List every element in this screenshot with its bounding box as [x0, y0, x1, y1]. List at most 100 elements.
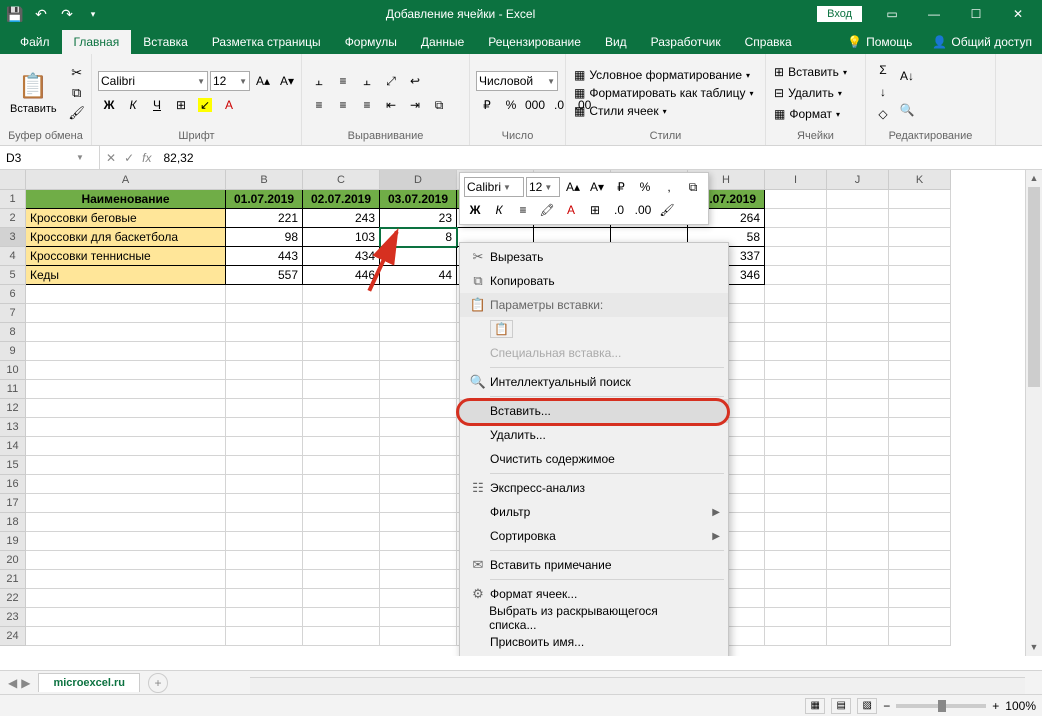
cell-D21[interactable]	[380, 570, 457, 589]
row-header-18[interactable]: 18	[0, 513, 26, 532]
cell-I7[interactable]	[765, 304, 827, 323]
cell-C16[interactable]	[303, 475, 380, 494]
cell-B16[interactable]	[226, 475, 303, 494]
cell-styles-button[interactable]: ▦Стили ячеек▾	[572, 103, 756, 119]
cell-B21[interactable]	[226, 570, 303, 589]
cell-C23[interactable]	[303, 608, 380, 627]
cell-K23[interactable]	[889, 608, 951, 627]
scroll-up-icon[interactable]: ▲	[1026, 170, 1042, 187]
tab-formulas[interactable]: Формулы	[333, 30, 409, 54]
cell-C3[interactable]: 103	[303, 228, 380, 247]
cell-J22[interactable]	[827, 589, 889, 608]
spreadsheet-grid[interactable]: ABCDEFGHIJK 1234567891011121314151617181…	[0, 170, 1042, 656]
cell-I4[interactable]	[765, 247, 827, 266]
row-header-10[interactable]: 10	[0, 361, 26, 380]
tab-review[interactable]: Рецензирование	[476, 30, 593, 54]
cell-C17[interactable]	[303, 494, 380, 513]
cell-K6[interactable]	[889, 285, 951, 304]
cell-J17[interactable]	[827, 494, 889, 513]
wrap-text-icon[interactable]: ↩	[404, 71, 426, 91]
cell-D3[interactable]: 8	[380, 228, 457, 247]
font-name-combo[interactable]: ▼	[98, 71, 208, 91]
cell-K12[interactable]	[889, 399, 951, 418]
cell-C22[interactable]	[303, 589, 380, 608]
cell-D11[interactable]	[380, 380, 457, 399]
cell-J11[interactable]	[827, 380, 889, 399]
cell-A5[interactable]: Кеды	[26, 266, 226, 285]
orientation-icon[interactable]: ⤢	[380, 71, 402, 91]
redo-icon[interactable]: ↷	[56, 3, 78, 25]
row-header-20[interactable]: 20	[0, 551, 26, 570]
ctx-delete[interactable]: Удалить...	[460, 423, 728, 447]
cell-D24[interactable]	[380, 627, 457, 646]
number-format-combo[interactable]: Числовой▼	[476, 71, 558, 91]
row-header-14[interactable]: 14	[0, 437, 26, 456]
cell-I10[interactable]	[765, 361, 827, 380]
col-header-A[interactable]: A	[26, 170, 226, 190]
ctx-dropdown[interactable]: Выбрать из раскрывающегося списка...	[460, 606, 728, 630]
row-header-11[interactable]: 11	[0, 380, 26, 399]
sheet-prev-icon[interactable]: ◀	[8, 676, 17, 690]
row-header-1[interactable]: 1	[0, 190, 26, 209]
row-header-16[interactable]: 16	[0, 475, 26, 494]
cell-B10[interactable]	[226, 361, 303, 380]
delete-cells-button[interactable]: ⊟Удалить▾	[772, 84, 849, 103]
italic-button[interactable]: К	[122, 95, 144, 115]
cell-C12[interactable]	[303, 399, 380, 418]
cell-A14[interactable]	[26, 437, 226, 456]
row-header-4[interactable]: 4	[0, 247, 26, 266]
mini-decrease-font-icon[interactable]: A▾	[586, 177, 608, 197]
mini-comma-icon[interactable]: ,	[658, 177, 680, 197]
cell-I18[interactable]	[765, 513, 827, 532]
cell-D7[interactable]	[380, 304, 457, 323]
cell-J4[interactable]	[827, 247, 889, 266]
cell-D22[interactable]	[380, 589, 457, 608]
ctx-format[interactable]: ⚙Формат ячеек...	[460, 582, 728, 606]
maximize-icon[interactable]: ☐	[956, 0, 996, 28]
cell-B9[interactable]	[226, 342, 303, 361]
name-box[interactable]: ▼	[0, 146, 100, 169]
col-header-B[interactable]: B	[226, 170, 303, 190]
row-header-12[interactable]: 12	[0, 399, 26, 418]
cell-D17[interactable]	[380, 494, 457, 513]
minimize-icon[interactable]: —	[914, 0, 954, 28]
cell-D12[interactable]	[380, 399, 457, 418]
conditional-formatting-button[interactable]: ▦Условное форматирование▾	[572, 67, 756, 83]
cell-I3[interactable]	[765, 228, 827, 247]
fill-color-button[interactable]: ↙	[194, 95, 216, 115]
cell-K5[interactable]	[889, 266, 951, 285]
cell-B22[interactable]	[226, 589, 303, 608]
cell-B8[interactable]	[226, 323, 303, 342]
tab-home[interactable]: Главная	[62, 30, 132, 54]
tab-view[interactable]: Вид	[593, 30, 639, 54]
font-size-combo[interactable]: ▼	[210, 71, 250, 91]
mini-currency-icon[interactable]: ₽	[610, 177, 632, 197]
cell-I8[interactable]	[765, 323, 827, 342]
format-table-button[interactable]: ▦Форматировать как таблицу▾	[572, 85, 756, 101]
cell-J5[interactable]	[827, 266, 889, 285]
cell-K2[interactable]	[889, 209, 951, 228]
cell-J10[interactable]	[827, 361, 889, 380]
align-top-icon[interactable]: ⫠	[308, 71, 330, 91]
cell-A10[interactable]	[26, 361, 226, 380]
cell-A21[interactable]	[26, 570, 226, 589]
cell-C6[interactable]	[303, 285, 380, 304]
cell-A1[interactable]: Наименование	[26, 190, 226, 209]
cell-K16[interactable]	[889, 475, 951, 494]
cell-K14[interactable]	[889, 437, 951, 456]
add-sheet-button[interactable]: +	[148, 673, 168, 693]
format-cells-button[interactable]: ▦Формат▾	[772, 105, 849, 124]
col-header-D[interactable]: D	[380, 170, 457, 190]
copy-icon[interactable]: ⧉	[67, 84, 87, 102]
scroll-down-icon[interactable]: ▼	[1026, 639, 1042, 656]
cell-I13[interactable]	[765, 418, 827, 437]
cell-I21[interactable]	[765, 570, 827, 589]
cell-I23[interactable]	[765, 608, 827, 627]
cell-B24[interactable]	[226, 627, 303, 646]
tab-help[interactable]: Справка	[733, 30, 804, 54]
cell-I14[interactable]	[765, 437, 827, 456]
tab-insert[interactable]: Вставка	[131, 30, 200, 54]
percent-icon[interactable]: %	[500, 95, 522, 115]
cell-I6[interactable]	[765, 285, 827, 304]
row-header-13[interactable]: 13	[0, 418, 26, 437]
